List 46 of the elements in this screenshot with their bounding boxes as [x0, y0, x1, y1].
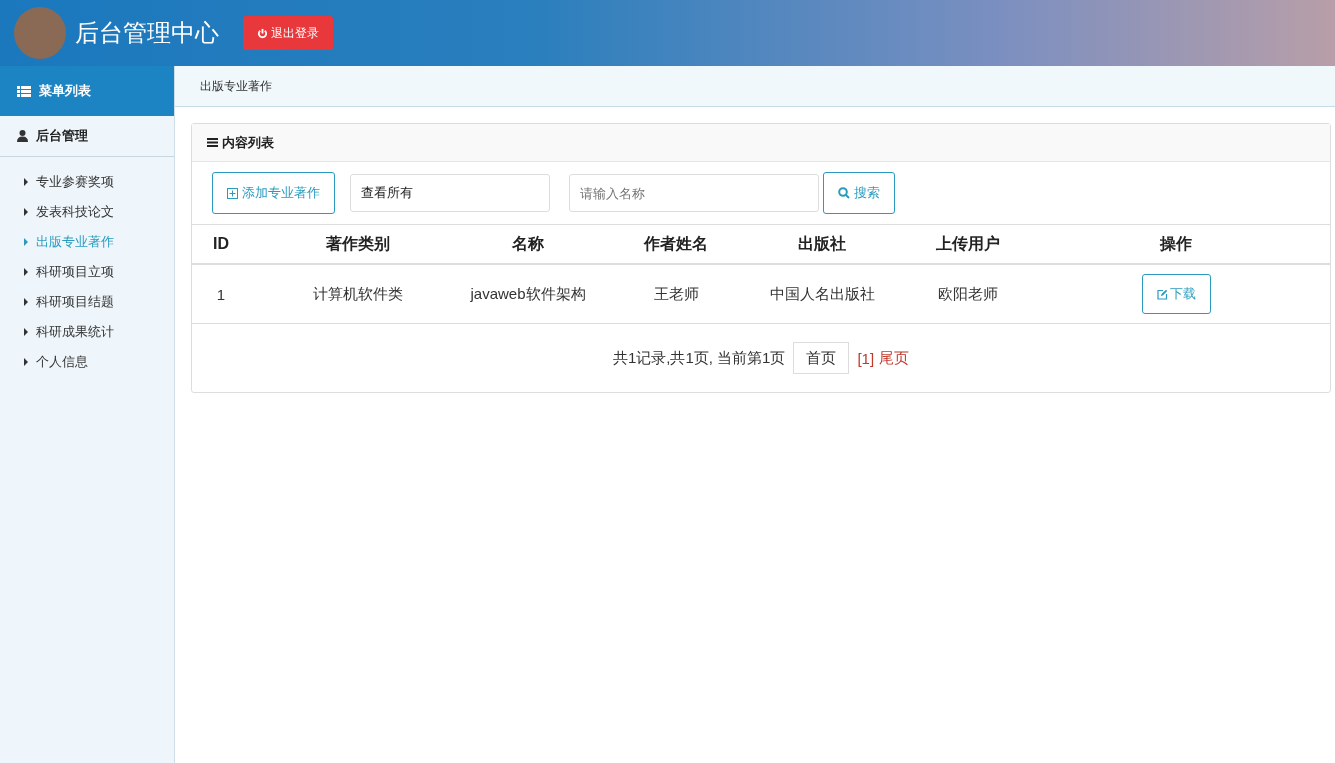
- sidebar-item[interactable]: 发表科技论文: [0, 197, 174, 227]
- caret-icon: [24, 268, 28, 276]
- panel-title: 内容列表: [222, 133, 274, 152]
- last-page-link[interactable]: 尾页: [879, 348, 910, 368]
- app-title: 后台管理中心: [75, 18, 219, 48]
- caret-icon: [24, 358, 28, 366]
- sidebar-item[interactable]: 个人信息: [0, 347, 174, 377]
- menu-heading: 菜单列表: [39, 82, 91, 100]
- caret-icon: [24, 298, 28, 306]
- sidebar-item[interactable]: 专业参赛奖项: [0, 167, 174, 197]
- caret-icon: [24, 328, 28, 336]
- table-cell-text: 计算机软件类: [312, 283, 404, 304]
- sidebar-item[interactable]: 科研成果统计: [0, 317, 174, 347]
- table-cell-text: javaweb软件架构: [469, 283, 587, 304]
- plus-square-icon: [227, 187, 238, 199]
- user-icon: [17, 130, 28, 142]
- caret-icon: [24, 208, 28, 216]
- column-header: 作者姓名: [642, 233, 709, 254]
- caret-icon: [24, 238, 28, 246]
- column-header: 出版社: [797, 233, 847, 254]
- current-page: [1]: [857, 349, 875, 367]
- breadcrumb: 出版专业著作: [175, 66, 1335, 107]
- logout-button[interactable]: 退出登录: [243, 16, 333, 50]
- edit-icon: [1156, 288, 1168, 300]
- menu-icon: [207, 138, 218, 147]
- filter-field[interactable]: 查看所有: [350, 174, 550, 212]
- column-header: 著作类别: [325, 233, 391, 254]
- power-icon: [257, 27, 268, 39]
- avatar: [14, 7, 66, 59]
- table-cell-text: 欧阳老师: [937, 283, 999, 304]
- table-cell-text: 中国人名出版社: [768, 283, 876, 304]
- search-field[interactable]: 请输入名称: [569, 174, 819, 212]
- sidebar-item[interactable]: 科研项目结题: [0, 287, 174, 317]
- column-header: 上传用户: [935, 233, 1001, 254]
- column-header: 名称: [511, 233, 545, 254]
- search-icon: [838, 187, 850, 199]
- column-header: 操作: [1158, 233, 1193, 254]
- table-cell-text: 1: [215, 284, 227, 305]
- sidebar-item[interactable]: 科研项目立项: [0, 257, 174, 287]
- pagination-summary: 共1记录,共1页, 当前第1页: [612, 348, 786, 368]
- caret-icon: [24, 178, 28, 186]
- section-title: 后台管理: [36, 127, 88, 145]
- table-cell-text: 王老师: [652, 283, 700, 304]
- column-header: ID: [212, 234, 230, 254]
- first-page-button[interactable]: 首页: [793, 342, 850, 374]
- list-icon: [17, 85, 31, 97]
